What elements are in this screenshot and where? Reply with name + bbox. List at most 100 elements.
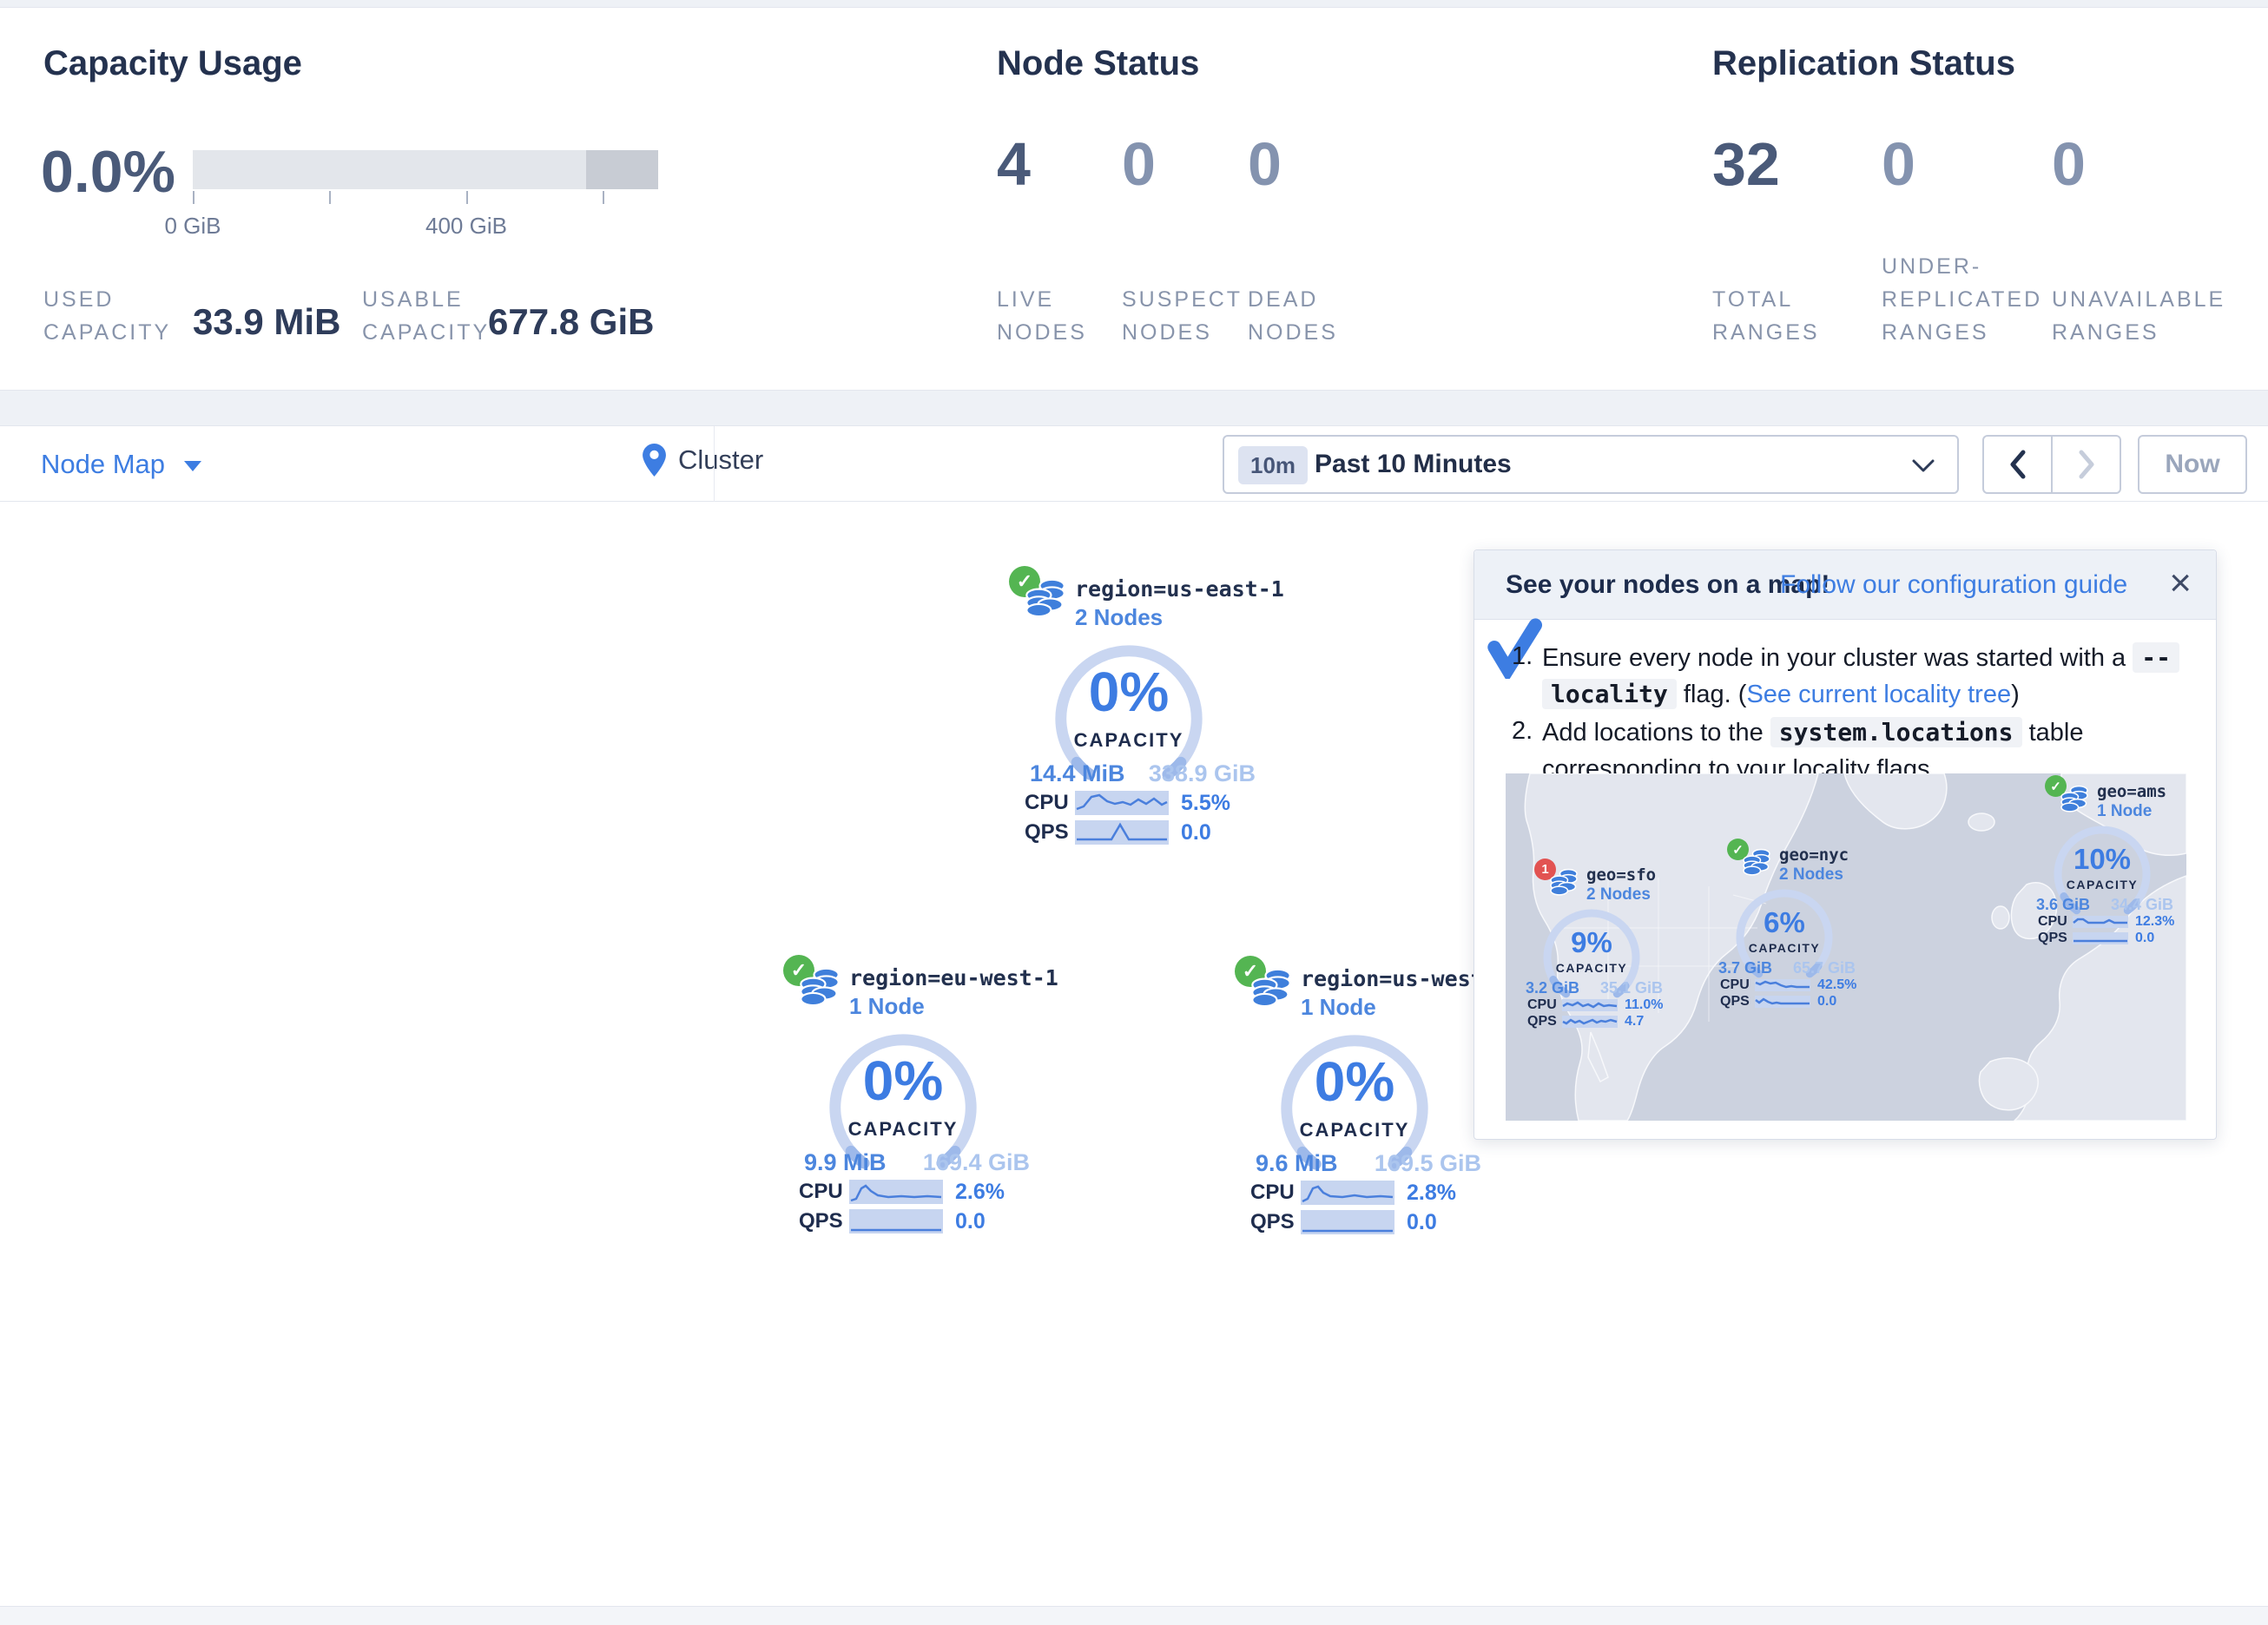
mini-region-geo-nyc: ✓ geo=nyc 2 Nodes bbox=[1706, 839, 1863, 1012]
close-icon[interactable]: × bbox=[2169, 562, 2192, 604]
qps-value: 0.0 bbox=[955, 1209, 986, 1234]
footer-strip bbox=[0, 1606, 2268, 1625]
suspect-nodes-value: 0 bbox=[1122, 129, 1156, 199]
view-selector-dropdown[interactable]: Node Map bbox=[41, 449, 201, 480]
time-back-button[interactable] bbox=[1984, 437, 2051, 492]
cpu-label: CPU bbox=[1025, 791, 1075, 815]
qps-sparkline bbox=[849, 1209, 943, 1234]
cpu-row: CPU 11.0% bbox=[1527, 997, 1666, 1012]
cpu-value: 2.6% bbox=[955, 1180, 1005, 1205]
database-locality-icon bbox=[1548, 867, 1579, 898]
configuration-guide-link[interactable]: Follow our configuration guide bbox=[1780, 570, 2127, 600]
axis-tick-label: 0 GiB bbox=[132, 213, 254, 240]
locality-tree-link[interactable]: See current locality tree bbox=[1746, 681, 2011, 708]
cpu-sparkline bbox=[849, 1180, 943, 1204]
total-capacity: 169.5 GiB bbox=[1375, 1150, 1481, 1177]
cpu-sparkline bbox=[1755, 979, 1810, 991]
capacity-percent: 0% bbox=[1224, 1049, 1485, 1114]
axis-tick bbox=[193, 191, 194, 204]
capacity-label: CAPACITY bbox=[1224, 1119, 1485, 1141]
cpu-row: CPU 5.5% bbox=[1025, 790, 1242, 816]
database-locality-icon bbox=[1741, 847, 1772, 878]
database-locality-icon bbox=[797, 965, 842, 1010]
breadcrumb[interactable]: Cluster bbox=[643, 444, 763, 477]
cpu-label: CPU bbox=[2038, 914, 2073, 930]
qps-row: QPS 0.0 bbox=[1250, 1209, 1467, 1235]
region-nodes-link[interactable]: 2 Nodes bbox=[1075, 604, 1163, 631]
locality-flag-code: locality bbox=[1542, 679, 1677, 709]
capacity-percent: 9% bbox=[1513, 926, 1670, 959]
database-locality-icon bbox=[1249, 966, 1294, 1011]
used-capacity: 3.2 GiB bbox=[1526, 979, 1579, 997]
cpu-label: CPU bbox=[799, 1180, 849, 1204]
capacity-label: CAPACITY bbox=[2024, 878, 2180, 891]
capacity-usage-title: Capacity Usage bbox=[43, 44, 302, 83]
cpu-row: CPU 42.5% bbox=[1720, 977, 1859, 992]
total-capacity: 34.4 GiB bbox=[2111, 896, 2173, 914]
cpu-value: 5.5% bbox=[1181, 791, 1230, 816]
capacity-bar-endcap bbox=[586, 150, 658, 189]
qps-label: QPS bbox=[1025, 820, 1075, 845]
capacity-label: CAPACITY bbox=[999, 729, 1259, 752]
qps-label: QPS bbox=[2038, 931, 2073, 946]
step-number: 2. bbox=[1512, 714, 1533, 747]
example-node-map-image: 1 geo=sfo 2 Nodes bbox=[1506, 773, 2186, 1121]
axis-tick bbox=[603, 191, 604, 204]
region-gauge-eu-west-1: ✓ region=eu-west-1 1 Node 0% CAPACITY 9.… bbox=[773, 951, 1033, 1247]
total-ranges-value: 32 bbox=[1712, 129, 1780, 199]
cluster-summary-panel: Capacity Usage 0.0% 0 GiB 400 GiB USED C… bbox=[0, 7, 2268, 391]
qps-sparkline bbox=[1301, 1210, 1394, 1234]
qps-row: QPS 0.0 bbox=[1025, 819, 1242, 845]
region-nodes-label: 2 Nodes bbox=[1586, 885, 1651, 905]
qps-row: QPS 4.7 bbox=[1527, 1014, 1666, 1029]
region-nodes-link[interactable]: 1 Node bbox=[1301, 994, 1376, 1021]
qps-row: QPS 0.0 bbox=[2038, 931, 2177, 945]
region-gauge-us-east-1: ✓ region=us-east-1 2 Nodes 0% CAPACITY 1… bbox=[999, 562, 1259, 858]
region-nodes-link[interactable]: 1 Node bbox=[849, 993, 925, 1020]
qps-row: QPS 0.0 bbox=[799, 1208, 1016, 1234]
capacity-percent: 0% bbox=[773, 1049, 1033, 1113]
view-selector-label: Node Map bbox=[41, 449, 165, 479]
qps-sparkline bbox=[1755, 996, 1810, 1008]
cpu-sparkline bbox=[1562, 999, 1618, 1011]
qps-value: 0.0 bbox=[1407, 1210, 1437, 1235]
chevron-left-icon bbox=[2008, 450, 2027, 479]
mini-region-geo-ams: ✓ geo=ams 1 Node bbox=[2024, 775, 2180, 949]
cpu-row: CPU 2.6% bbox=[799, 1179, 1016, 1205]
qps-label: QPS bbox=[1720, 994, 1755, 1010]
time-nav-group bbox=[1982, 435, 2121, 494]
replication-status-title: Replication Status bbox=[1712, 44, 2015, 83]
total-capacity: 35.1 GiB bbox=[1600, 979, 1663, 997]
axis-tick bbox=[329, 191, 331, 204]
step-1-text: Ensure every node in your cluster was st… bbox=[1542, 640, 2186, 713]
cpu-value: 42.5% bbox=[1817, 977, 1856, 993]
suspect-nodes-label: SUSPECT NODES bbox=[1122, 283, 1252, 349]
now-button[interactable]: Now bbox=[2138, 435, 2247, 494]
capacity-label: CAPACITY bbox=[1513, 961, 1670, 975]
used-capacity-label: USED CAPACITY bbox=[43, 283, 182, 349]
qps-value: 0.0 bbox=[1181, 820, 1211, 845]
cpu-value: 11.0% bbox=[1625, 997, 1663, 1013]
time-preset-badge: 10m bbox=[1238, 446, 1308, 484]
time-forward-button[interactable] bbox=[2051, 437, 2120, 492]
usable-capacity-value: 677.8 GiB bbox=[488, 298, 654, 346]
cpu-label: CPU bbox=[1527, 997, 1562, 1013]
time-range-selector[interactable]: 10m Past 10 Minutes bbox=[1223, 435, 1959, 494]
used-capacity: 9.9 MiB bbox=[804, 1149, 887, 1176]
cpu-label: CPU bbox=[1720, 977, 1755, 993]
cluster-overview-page: Capacity Usage 0.0% 0 GiB 400 GiB USED C… bbox=[0, 0, 2268, 1625]
used-capacity-value: 33.9 MiB bbox=[193, 298, 340, 346]
capacity-label: CAPACITY bbox=[773, 1118, 1033, 1141]
popup-header: See your nodes on a map! Follow our conf… bbox=[1474, 550, 2216, 620]
capacity-label: CAPACITY bbox=[1706, 941, 1863, 955]
unavailable-ranges-label: UNAVAILABLE RANGES bbox=[2052, 283, 2238, 349]
chevron-down-icon bbox=[184, 461, 201, 471]
region-nodes-label: 1 Node bbox=[2097, 802, 2152, 821]
node-status-title: Node Status bbox=[997, 44, 1199, 83]
capacity-bar bbox=[193, 150, 658, 189]
region-label: region=eu-west-1 bbox=[849, 965, 1058, 990]
database-locality-icon bbox=[1023, 576, 1068, 622]
system-locations-code: system.locations bbox=[1770, 717, 2022, 747]
qps-sparkline bbox=[2073, 932, 2128, 944]
unavailable-ranges-value: 0 bbox=[2052, 129, 2086, 199]
